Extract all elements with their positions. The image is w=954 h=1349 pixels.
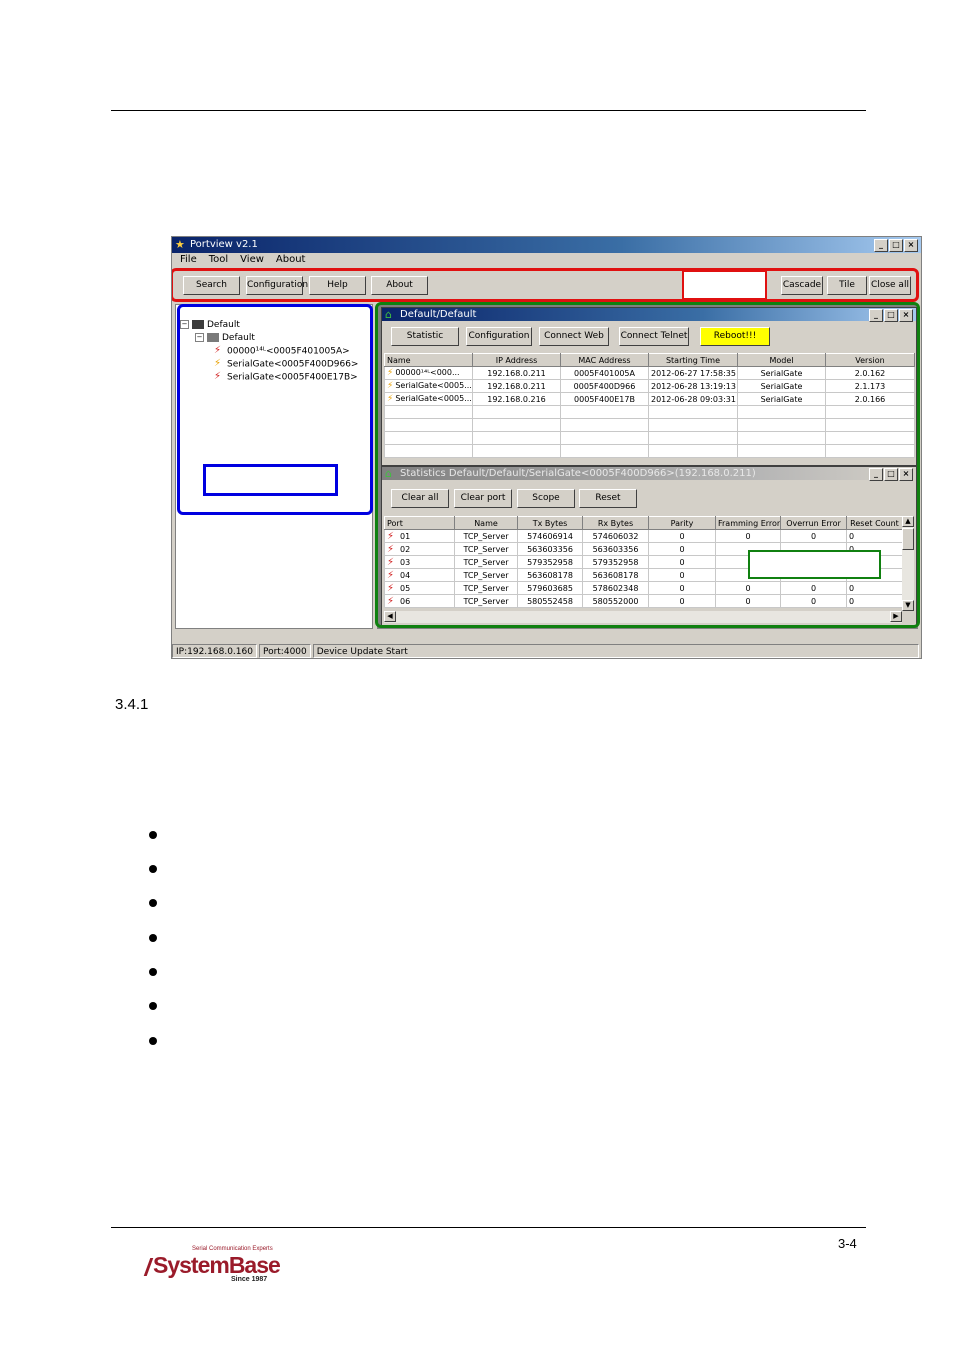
- status-ip: IP:192.168.0.160: [172, 644, 257, 658]
- app-title-bar: ★ Portview v2.1 _ □ ×: [172, 237, 921, 253]
- menu-file[interactable]: File: [180, 253, 197, 267]
- header-rule: [111, 110, 866, 111]
- bullet: [149, 831, 157, 839]
- app-star-icon: ★: [175, 238, 185, 251]
- menu-view[interactable]: View: [240, 253, 264, 267]
- bullet: [149, 1002, 157, 1010]
- status-port: Port:4000: [258, 644, 311, 658]
- section-number: 3.4.1: [115, 696, 149, 713]
- workspace-highlight: [375, 302, 920, 628]
- bullet: [149, 865, 157, 873]
- page-number: 3-4: [838, 1236, 857, 1251]
- bullet: [149, 899, 157, 907]
- portview-screenshot: ★ Portview v2.1 _ □ × File Tool View Abo…: [171, 236, 922, 659]
- footer-rule: [111, 1227, 866, 1228]
- status-bar: IP:192.168.0.160 Port:4000 Device Update…: [172, 644, 921, 658]
- systembase-logo: Serial Communication Experts SystemBase …: [143, 1245, 281, 1285]
- maximize-icon[interactable]: □: [889, 239, 903, 252]
- logo-since: Since 1987: [231, 1276, 268, 1283]
- menu-bar: File Tool View About: [172, 253, 921, 267]
- status-message: Device Update Start: [312, 644, 919, 658]
- app-title: Portview v2.1: [190, 239, 258, 250]
- bullet: [149, 1037, 157, 1045]
- menu-about[interactable]: About: [276, 253, 306, 267]
- close-icon[interactable]: ×: [904, 239, 918, 252]
- bullet: [149, 968, 157, 976]
- menu-tool[interactable]: Tool: [209, 253, 228, 267]
- bullet: [149, 934, 157, 942]
- tree-highlight: [177, 304, 373, 515]
- minimize-icon[interactable]: _: [874, 239, 888, 252]
- toolbar-highlight: [172, 268, 919, 302]
- logo-name: SystemBase: [153, 1252, 281, 1278]
